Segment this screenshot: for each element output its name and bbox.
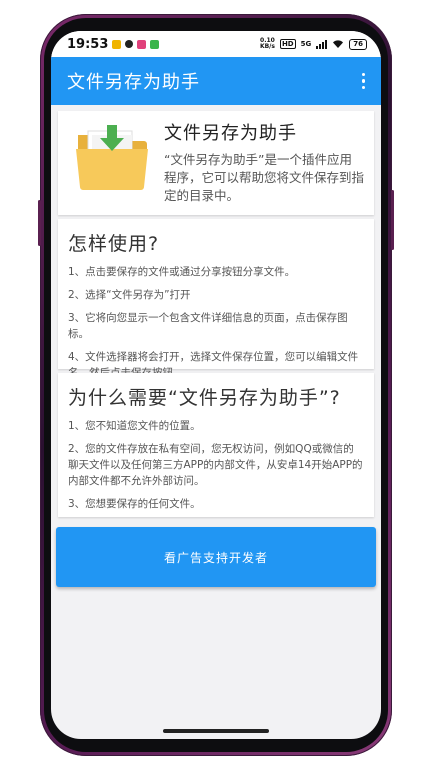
hero-card: 文件另存为助手 “文件另存为助手”是一个插件应用程序，它可以帮助您将文件保存到指… bbox=[58, 111, 374, 215]
folder-download-icon bbox=[76, 125, 148, 190]
volume-button bbox=[38, 200, 41, 246]
status-left: 19:53 bbox=[67, 36, 160, 52]
network-speed-unit: KB/s bbox=[259, 43, 275, 50]
status-bar: 19:53 0.10 KB/s HD 5G 76 bbox=[51, 31, 381, 57]
home-indicator[interactable] bbox=[163, 729, 269, 733]
notification-app-icon bbox=[112, 39, 122, 49]
wifi-icon bbox=[333, 40, 344, 48]
status-right: 0.10 KB/s HD 5G 76 bbox=[260, 38, 367, 50]
why-reason: 3、您想要保存的任何文件。 bbox=[68, 498, 201, 510]
how-to-step: 2、选择“文件另存为”打开 bbox=[68, 289, 191, 301]
app-title: 文件另存为助手 bbox=[67, 72, 200, 93]
why-card: 为什么需要“文件另存为助手”? 1、您不知道您文件的位置。 2、您的文件存放在私… bbox=[58, 373, 374, 517]
why-title: 为什么需要“文件另存为助手”? bbox=[68, 387, 341, 409]
status-time: 19:53 bbox=[67, 36, 109, 52]
how-to-step: 1、点击要保存的文件或通过分享按钮分享文件。 bbox=[68, 266, 296, 278]
battery-icon: 76 bbox=[349, 38, 367, 50]
how-to-card: 怎样使用? 1、点击要保存的文件或通过分享按钮分享文件。 2、选择“文件另存为”… bbox=[58, 219, 374, 379]
store-notification-icon bbox=[150, 39, 160, 49]
signal-icon bbox=[316, 39, 328, 49]
more-options-icon[interactable] bbox=[358, 69, 370, 94]
network-speed: 0.10 KB/s bbox=[260, 38, 275, 50]
network-type: 5G bbox=[300, 40, 312, 48]
hero-title: 文件另存为助手 bbox=[164, 123, 297, 144]
hero-description: “文件另存为助手”是一个插件应用程序，它可以帮助您将文件保存到指定的目录中。 bbox=[164, 152, 365, 203]
hd-icon: HD bbox=[279, 39, 296, 49]
app-notification-icon bbox=[137, 39, 147, 49]
why-reason: 2、您的文件存放在私有空间，您无权访问，例如QQ或微信的聊天文件以及任何第三方A… bbox=[68, 443, 363, 487]
app-bar: 文件另存为助手 bbox=[51, 57, 381, 105]
how-to-step: 3、它将向您显示一个包含文件详细信息的页面，点击保存图标。 bbox=[68, 312, 348, 340]
support-developer-button[interactable]: 看广告支持开发者 bbox=[56, 527, 376, 587]
how-to-title: 怎样使用? bbox=[68, 233, 160, 255]
phone-screen: 19:53 0.10 KB/s HD 5G 76 文件另存为助手 文件另存为助手… bbox=[51, 31, 381, 739]
why-reason: 1、您不知道您文件的位置。 bbox=[68, 420, 201, 432]
power-button bbox=[391, 190, 394, 250]
chat-notification-icon bbox=[125, 40, 134, 48]
